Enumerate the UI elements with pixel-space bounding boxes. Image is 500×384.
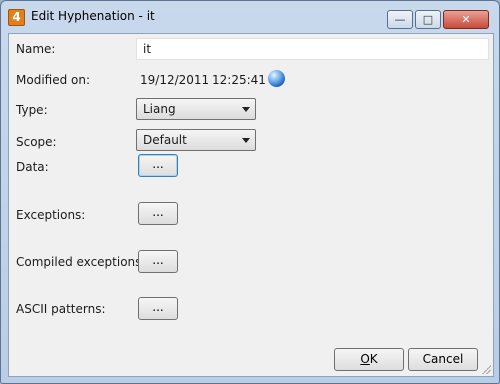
- minimize-button[interactable]: —: [387, 10, 413, 29]
- data-browse-button[interactable]: ...: [138, 154, 178, 177]
- edit-hyphenation-dialog: 4 Edit Hyphenation - it — □ ✕ Name: it M…: [0, 0, 500, 384]
- ascii-patterns-browse-button[interactable]: ...: [138, 297, 178, 320]
- close-icon: ✕: [461, 13, 471, 26]
- close-button[interactable]: ✕: [443, 10, 489, 29]
- globe-icon[interactable]: [268, 70, 285, 87]
- type-label: Type:: [16, 103, 48, 117]
- compiled-exceptions-label: Compiled exceptions:: [16, 255, 146, 269]
- ascii-patterns-label: ASCII patterns:: [16, 302, 106, 316]
- type-selected-value: Liang: [143, 102, 176, 116]
- dialog-body: Name: it Modified on: 19/12/2011 12:25:4…: [8, 33, 494, 377]
- compiled-exceptions-browse-button[interactable]: ...: [138, 250, 178, 273]
- scope-select[interactable]: Default: [136, 129, 256, 151]
- ok-label-rest: K: [369, 352, 378, 366]
- maximize-button[interactable]: □: [415, 10, 441, 29]
- exceptions-browse-button[interactable]: ...: [138, 202, 178, 225]
- minimize-icon: —: [394, 13, 406, 26]
- chevron-down-icon: [242, 138, 250, 143]
- exceptions-label: Exceptions:: [16, 208, 86, 222]
- name-field[interactable]: it: [136, 38, 489, 60]
- app-icon: 4: [8, 9, 25, 26]
- ok-button[interactable]: OK: [334, 348, 404, 371]
- maximize-icon: □: [422, 13, 434, 26]
- window-controls: — □ ✕: [387, 10, 489, 30]
- scope-label: Scope:: [16, 135, 57, 149]
- title-bar[interactable]: 4 Edit Hyphenation - it — □ ✕: [1, 1, 499, 33]
- data-label: Data:: [16, 160, 49, 174]
- type-select[interactable]: Liang: [136, 98, 256, 120]
- scope-selected-value: Default: [143, 133, 187, 147]
- cancel-button[interactable]: Cancel: [408, 348, 478, 371]
- modified-date: 19/12/2011: [140, 73, 210, 87]
- resize-grip[interactable]: [481, 364, 491, 374]
- modified-label: Modified on:: [16, 73, 91, 87]
- modified-time: 12:25:41: [212, 73, 266, 87]
- ok-mnemonic: O: [360, 352, 370, 366]
- chevron-down-icon: [242, 107, 250, 112]
- window-title: Edit Hyphenation - it: [31, 9, 155, 23]
- name-label: Name:: [16, 42, 56, 56]
